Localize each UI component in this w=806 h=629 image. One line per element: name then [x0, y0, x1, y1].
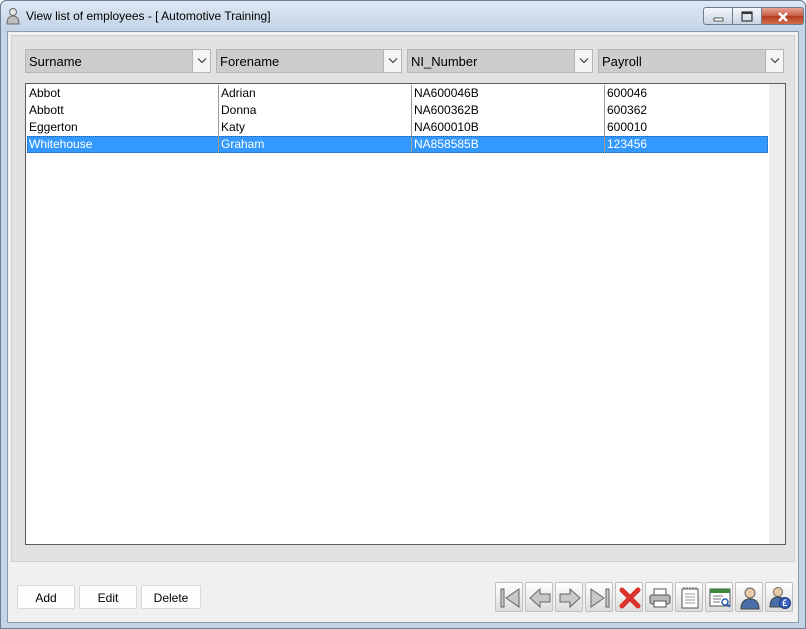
- next-record-icon: [559, 587, 581, 609]
- column-dropdown-button[interactable]: [383, 50, 401, 72]
- close-button[interactable]: [762, 7, 804, 25]
- table-row[interactable]: Eggerton Katy NA600010B 600010: [27, 119, 768, 136]
- list-panel: Surname Forename NI_Number Payroll Abbot…: [11, 35, 795, 562]
- column-header-surname[interactable]: Surname: [25, 49, 211, 73]
- cell-payroll: 600046: [607, 86, 648, 100]
- print-icon: [649, 588, 671, 608]
- cell-ni-number: NA600010B: [412, 119, 605, 136]
- employee-pay-button[interactable]: [765, 582, 793, 612]
- cell-forename: Donna: [219, 102, 412, 119]
- edit-button[interactable]: Edit: [79, 585, 137, 609]
- title-bar[interactable]: View list of employees - [ Automotive Tr…: [1, 1, 805, 31]
- column-header-label: NI_Number: [411, 54, 478, 69]
- cell-ni-number: NA600046B: [412, 85, 605, 102]
- cell-forename: Katy: [219, 119, 412, 136]
- cell-surname: Whitehouse: [27, 136, 219, 153]
- last-record-button[interactable]: [585, 582, 613, 612]
- print-button[interactable]: [645, 582, 673, 612]
- user-app-icon: [6, 8, 20, 25]
- column-dropdown-button[interactable]: [574, 50, 592, 72]
- close-icon: [778, 12, 788, 22]
- maximize-icon: [741, 11, 753, 22]
- minimize-icon: [713, 17, 724, 22]
- add-button[interactable]: Add: [17, 585, 75, 609]
- previous-record-button[interactable]: [525, 582, 553, 612]
- first-record-button[interactable]: [495, 582, 523, 612]
- delete-record-button[interactable]: [615, 582, 643, 612]
- last-record-icon: [590, 588, 610, 608]
- chevron-down-icon: [770, 58, 780, 64]
- employee-list-window: View list of employees - [ Automotive Tr…: [0, 0, 806, 629]
- table-row-selected[interactable]: Whitehouse Graham NA858585B 123456: [27, 136, 768, 153]
- employee-button[interactable]: [735, 582, 763, 612]
- cell-payroll: 123456: [607, 137, 648, 151]
- column-header-label: Forename: [220, 54, 280, 69]
- cell-surname: Abbot: [27, 85, 219, 102]
- delete-record-icon: [619, 587, 641, 609]
- table-row[interactable]: Abbot Adrian NA600046B 600046: [27, 85, 768, 102]
- next-record-button[interactable]: [555, 582, 583, 612]
- report-icon: [709, 588, 731, 608]
- cell-payroll: 600010: [607, 120, 648, 134]
- column-header-forename[interactable]: Forename: [216, 49, 402, 73]
- client-area: Surname Forename NI_Number Payroll Abbot…: [7, 31, 799, 623]
- previous-record-icon: [529, 587, 551, 609]
- window-title: View list of employees - [ Automotive Tr…: [26, 9, 271, 23]
- employee-icon: [740, 587, 760, 610]
- employee-pay-icon: [769, 587, 791, 609]
- cell-surname: Eggerton: [27, 119, 219, 136]
- cell-forename: Graham: [219, 136, 412, 153]
- table-row[interactable]: Abbott Donna NA600362B 600362: [27, 102, 768, 119]
- delete-button[interactable]: Delete: [141, 585, 201, 609]
- report-button[interactable]: [705, 582, 733, 612]
- column-header-payroll[interactable]: Payroll: [598, 49, 784, 73]
- chevron-down-icon: [579, 58, 589, 64]
- column-dropdown-button[interactable]: [192, 50, 210, 72]
- column-header-label: Payroll: [602, 54, 642, 69]
- maximize-button[interactable]: [733, 7, 762, 25]
- cell-ni-number: NA600362B: [412, 102, 605, 119]
- notes-icon: [681, 587, 699, 609]
- chevron-down-icon: [197, 58, 207, 64]
- first-record-icon: [500, 588, 520, 608]
- record-toolbar: [494, 579, 796, 615]
- notes-button[interactable]: [675, 582, 703, 612]
- employee-grid[interactable]: Abbot Adrian NA600046B 600046 Abbott Don…: [25, 83, 786, 545]
- cell-ni-number: NA858585B: [412, 136, 605, 153]
- minimize-button[interactable]: [703, 7, 733, 25]
- column-header-label: Surname: [29, 54, 82, 69]
- cell-forename: Adrian: [219, 85, 412, 102]
- cell-payroll: 600362: [607, 103, 648, 117]
- chevron-down-icon: [388, 58, 398, 64]
- column-header-ni-number[interactable]: NI_Number: [407, 49, 593, 73]
- column-dropdown-button[interactable]: [765, 50, 783, 72]
- grid-scrollbar-area[interactable]: [769, 84, 785, 544]
- cell-surname: Abbott: [27, 102, 219, 119]
